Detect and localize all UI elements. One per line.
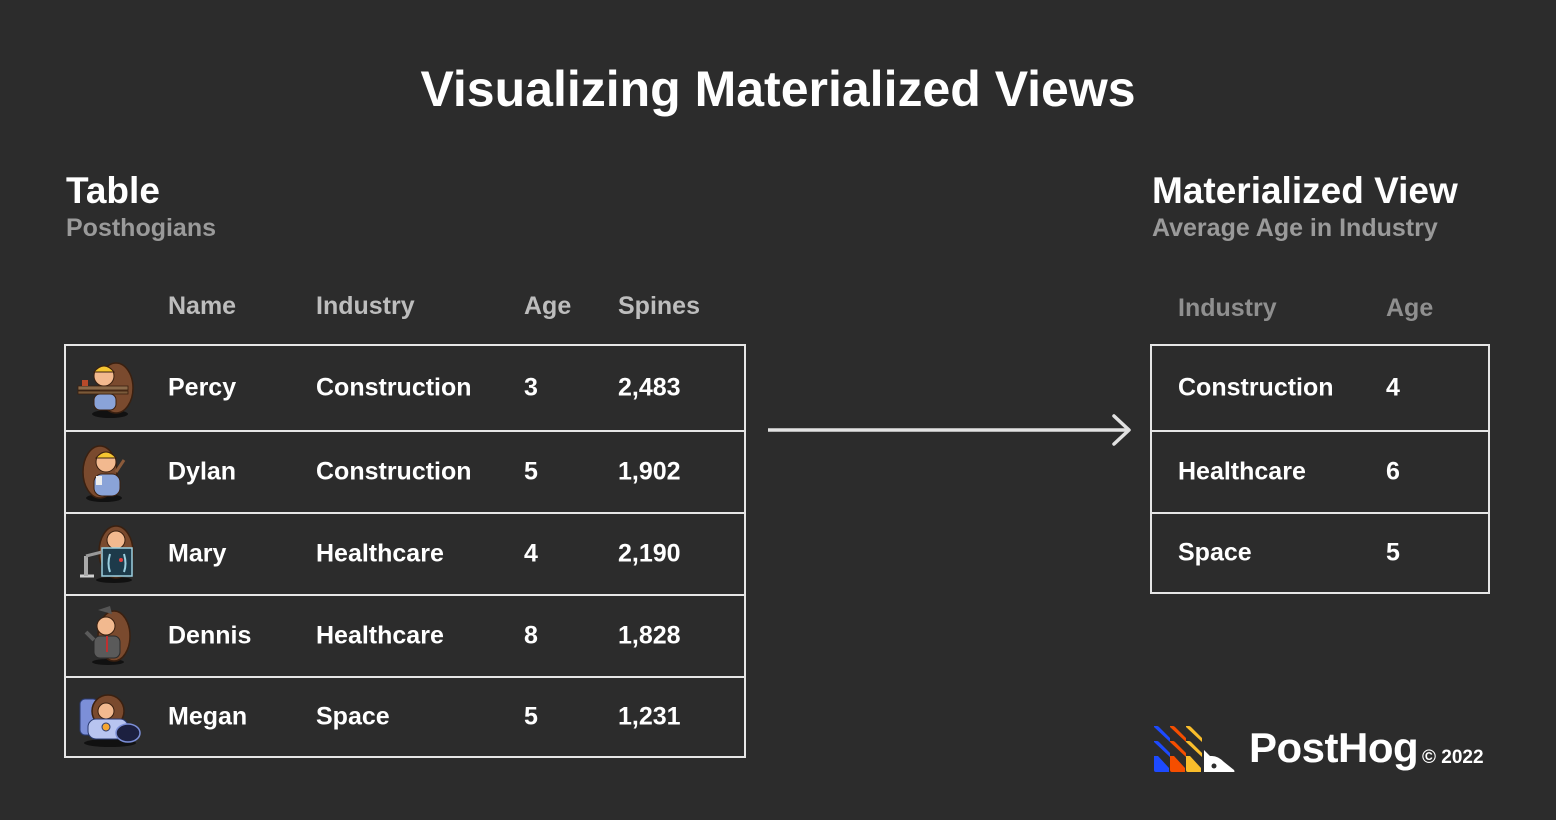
brand-name: PostHog xyxy=(1249,724,1419,771)
cell-industry: Construction xyxy=(316,457,472,486)
logo-stripe xyxy=(1154,756,1169,772)
logo-stripe xyxy=(1170,726,1186,742)
table-row: Megan Space 5 1,231 xyxy=(66,676,744,756)
hedgehog-xray-avatar xyxy=(80,525,134,583)
copyright: © 2022 xyxy=(1422,747,1484,768)
column-header-age: Age xyxy=(524,292,572,320)
view-column-header-age: Age xyxy=(1386,294,1434,322)
hedgehog-construction-avatar xyxy=(77,362,134,418)
cell-age: 3 xyxy=(524,373,538,402)
logo-stripe xyxy=(1154,741,1170,757)
cell-industry: Space xyxy=(316,702,390,731)
page-title: Visualizing Materialized Views xyxy=(420,61,1136,117)
logo-stripe xyxy=(1170,756,1185,772)
logo-stripe xyxy=(1186,756,1201,772)
cell-age: 5 xyxy=(524,457,538,486)
hedgehog-construction-avatar xyxy=(82,445,126,502)
table-section-title: Table xyxy=(66,170,160,211)
cell-name: Percy xyxy=(168,373,237,402)
view-section-title: Materialized View xyxy=(1152,170,1458,211)
view-table-row: Space 5 xyxy=(1152,512,1488,592)
hedgehog-doctor-avatar xyxy=(84,606,131,665)
cell-industry: Healthcare xyxy=(316,621,444,650)
column-header-industry: Industry xyxy=(316,292,415,320)
hedgehog-astronaut-avatar xyxy=(79,694,141,747)
view-cell-industry: Construction xyxy=(1178,373,1334,402)
table-section-subtitle: Posthogians xyxy=(66,214,217,242)
materialized-view-table: Construction 4 Healthcare 6 Space 5 xyxy=(1150,344,1490,594)
view-cell-age: 6 xyxy=(1386,457,1400,486)
cell-spines: 2,190 xyxy=(618,539,681,568)
column-header-spines: Spines xyxy=(618,292,700,320)
view-cell-age: 4 xyxy=(1386,373,1400,402)
table-row: Mary Healthcare 4 2,190 xyxy=(66,512,744,594)
logo-hog-head xyxy=(1204,750,1235,772)
cell-spines: 2,483 xyxy=(618,373,681,402)
cell-age: 5 xyxy=(524,702,538,731)
view-cell-industry: Space xyxy=(1178,538,1252,567)
cell-spines: 1,828 xyxy=(618,621,681,650)
view-cell-age: 5 xyxy=(1386,538,1400,567)
logo-stripe xyxy=(1186,741,1202,757)
logo-stripe xyxy=(1154,726,1170,742)
view-section-subtitle: Average Age in Industry xyxy=(1152,214,1438,242)
cell-name: Mary xyxy=(168,539,227,568)
view-cell-industry: Healthcare xyxy=(1178,457,1306,486)
cell-spines: 1,902 xyxy=(618,457,681,486)
view-table-row: Healthcare 6 xyxy=(1152,430,1488,512)
logo-hog-eye xyxy=(1211,763,1217,769)
posthog-logo-icon xyxy=(1154,726,1235,772)
cell-age: 8 xyxy=(524,621,538,650)
table-row: Dennis Healthcare 8 1,828 xyxy=(66,594,744,676)
source-table: Percy Construction 3 2,483 Dylan Constru… xyxy=(64,344,746,758)
table-row: Percy Construction 3 2,483 xyxy=(66,346,744,430)
cell-name: Dylan xyxy=(168,457,237,486)
logo-stripe xyxy=(1186,726,1202,742)
view-column-header-industry: Industry xyxy=(1178,294,1277,322)
cell-industry: Construction xyxy=(316,373,472,402)
arrow-right-icon xyxy=(768,414,1131,446)
cell-industry: Healthcare xyxy=(316,539,444,568)
view-table-row: Construction 4 xyxy=(1152,346,1488,430)
cell-name: Dennis xyxy=(168,621,252,650)
cell-age: 4 xyxy=(524,539,538,568)
logo-stripe xyxy=(1170,741,1186,757)
column-header-name: Name xyxy=(168,292,237,320)
table-row: Dylan Construction 5 1,902 xyxy=(66,430,744,512)
cell-name: Megan xyxy=(168,702,248,731)
cell-spines: 1,231 xyxy=(618,702,681,731)
